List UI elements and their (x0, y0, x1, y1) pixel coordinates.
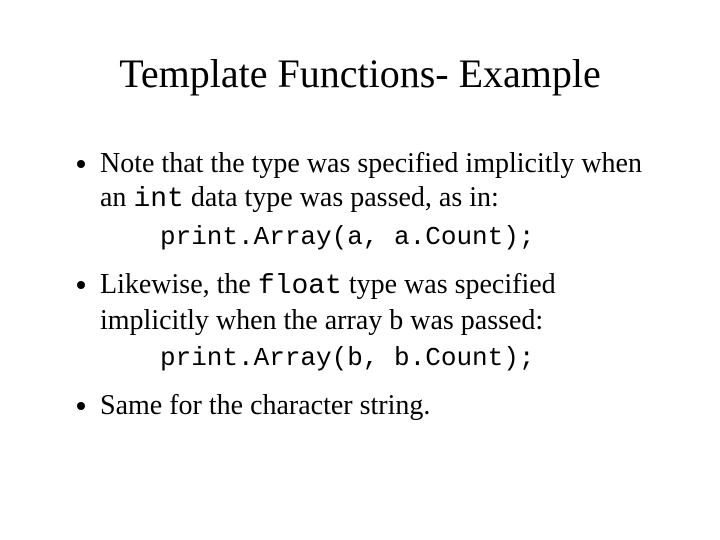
bullet-2-code: float (258, 271, 342, 302)
bullet-list-3: Same for the character string. (60, 389, 660, 423)
bullet-1: Note that the type was specified implici… (100, 147, 660, 216)
bullet-3: Same for the character string. (100, 389, 660, 423)
slide-title: Template Functions- Example (60, 50, 660, 97)
code-example-2: print.Array(b, b.Count); (160, 343, 660, 373)
bullet-list-2: Likewise, the float type was specified i… (60, 268, 660, 337)
code-example-1: print.Array(a, a.Count); (160, 222, 660, 252)
bullet-1-code: int (133, 184, 183, 215)
bullet-2: Likewise, the float type was specified i… (100, 268, 660, 337)
bullet-list: Note that the type was specified implici… (60, 147, 660, 216)
slide: Template Functions- Example Note that th… (0, 0, 720, 540)
bullet-1-text-b: data type was passed, as in: (184, 182, 499, 213)
bullet-2-text-a: Likewise, the (100, 269, 258, 300)
